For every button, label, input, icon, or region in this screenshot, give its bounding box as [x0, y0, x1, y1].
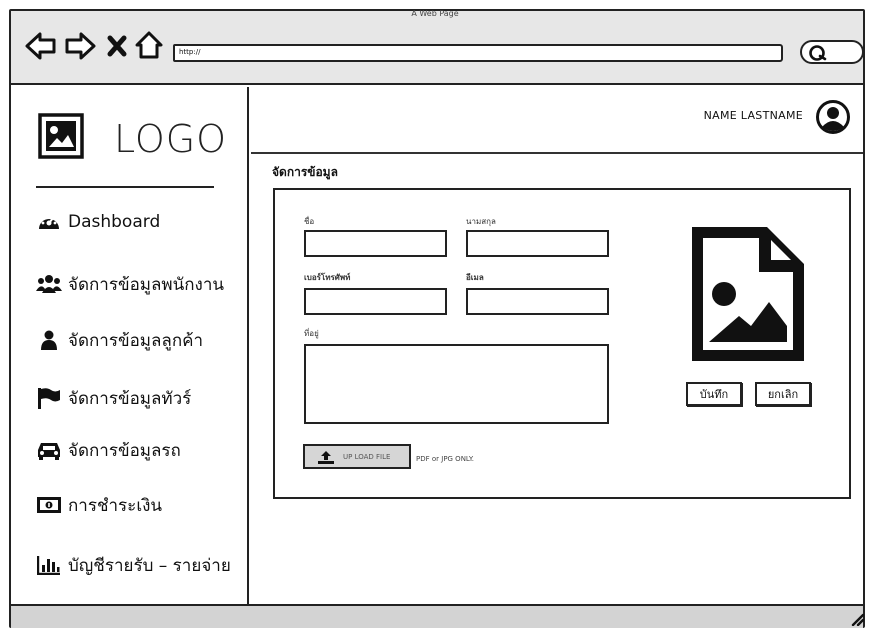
- first-name-field[interactable]: [304, 230, 447, 257]
- address-textarea[interactable]: [304, 344, 609, 424]
- phone-field[interactable]: [304, 288, 447, 315]
- upload-note: PDF or JPG ONLY.: [416, 455, 474, 463]
- resize-grip-icon[interactable]: [850, 612, 864, 626]
- sidebar-item-label: บัญชีรายรับ – รายจ่าย: [68, 555, 231, 576]
- users-icon: [36, 274, 62, 294]
- status-bar: [11, 604, 863, 628]
- address-bar[interactable]: http://: [173, 44, 783, 62]
- logo-text: LOGO: [114, 117, 228, 161]
- close-x-icon[interactable]: [106, 34, 128, 58]
- last-name-label: นามสกุล: [466, 217, 496, 226]
- upload-icon: [318, 450, 334, 464]
- home-icon[interactable]: [134, 30, 164, 60]
- dashboard-gauge-icon: [36, 211, 62, 233]
- sidebar-item-payments[interactable]: การชำระเงิน: [36, 490, 162, 520]
- cancel-button[interactable]: ยกเลิก: [755, 382, 811, 406]
- search-box[interactable]: [800, 40, 864, 64]
- car-icon: [36, 440, 62, 460]
- logo-divider: [36, 186, 214, 188]
- user-name[interactable]: NAME LASTNAME: [600, 109, 803, 122]
- sidebar-item-label: จัดการข้อมูลทัวร์: [68, 388, 192, 409]
- address-label: ที่อยู่: [304, 329, 319, 338]
- image-file-icon: [692, 227, 804, 361]
- sidebar-item-tours[interactable]: จัดการข้อมูลทัวร์: [36, 383, 191, 413]
- bar-chart-icon: [36, 555, 62, 575]
- sidebar-item-employees[interactable]: จัดการข้อมูลพนักงาน: [36, 269, 224, 299]
- sidebar-item-dashboard[interactable]: Dashboard: [36, 207, 160, 237]
- last-name-field[interactable]: [466, 230, 609, 257]
- phone-label: เบอร์โทรศัพท์: [304, 273, 351, 282]
- save-button[interactable]: บันทึก: [686, 382, 742, 406]
- first-name-label: ชื่อ: [304, 217, 315, 226]
- image-icon: [38, 113, 84, 159]
- sidebar-item-label: Dashboard: [68, 212, 161, 232]
- email-label: อีเมล: [466, 273, 484, 282]
- sidebar-item-accounts[interactable]: บัญชีรายรับ – รายจ่าย: [36, 550, 231, 580]
- search-icon[interactable]: [808, 44, 828, 62]
- sidebar-item-label: จัดการข้อมูลลูกค้า: [68, 330, 204, 351]
- window-title: A Web Page: [411, 9, 459, 18]
- upload-button-label: UP LOAD FILE: [343, 452, 391, 461]
- upload-file-button[interactable]: UP LOAD FILE: [303, 444, 411, 469]
- header-divider: [251, 152, 863, 154]
- sidebar-item-cars[interactable]: จัดการข้อมูลรถ: [36, 435, 181, 465]
- back-arrow-icon[interactable]: [24, 30, 58, 62]
- email-field[interactable]: [466, 288, 609, 315]
- user-circle-icon[interactable]: [816, 100, 850, 134]
- sidebar-item-label: จัดการข้อมูลพนักงาน: [68, 274, 225, 295]
- flag-icon: [36, 387, 62, 409]
- user-icon: [36, 330, 62, 350]
- money-icon: [36, 496, 62, 514]
- sidebar-item-customers[interactable]: จัดการข้อมูลลูกค้า: [36, 325, 203, 355]
- forward-arrow-icon[interactable]: [63, 30, 97, 62]
- sidebar-item-label: จัดการข้อมูลรถ: [68, 440, 181, 461]
- sidebar-item-label: การชำระเงิน: [68, 495, 163, 516]
- page-title: จัดการข้อมูล: [272, 165, 338, 179]
